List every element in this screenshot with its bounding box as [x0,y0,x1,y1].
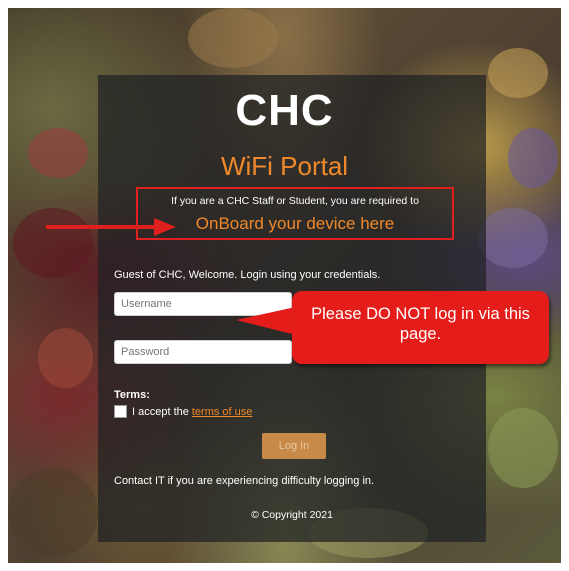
red-arrow-icon [46,218,176,236]
terms-of-use-link[interactable]: terms of use [192,406,253,418]
terms-label: Terms: [114,389,150,401]
terms-row: I accept the terms of use [114,405,252,418]
password-input[interactable] [114,340,292,364]
guest-welcome-text: Guest of CHC, Welcome. Login using your … [114,269,381,281]
onboard-device-link[interactable]: OnBoard your device here [136,214,454,234]
portal-title: WiFi Portal [220,151,349,181]
login-button[interactable]: Log In [262,433,326,459]
accept-prefix-text: I accept the [132,405,189,418]
warning-callout: Please DO NOT log in via this page. [292,291,549,364]
copyright-text: © Copyright 2021 [251,509,333,521]
chc-logo: CHC [235,86,334,135]
accept-terms-checkbox[interactable] [114,405,127,418]
contact-it-text: Contact IT if you are experiencing diffi… [114,475,375,487]
callout-text: Please DO NOT log in via this page. [311,305,530,343]
staff-note: If you are a CHC Staff or Student, you a… [171,195,419,207]
